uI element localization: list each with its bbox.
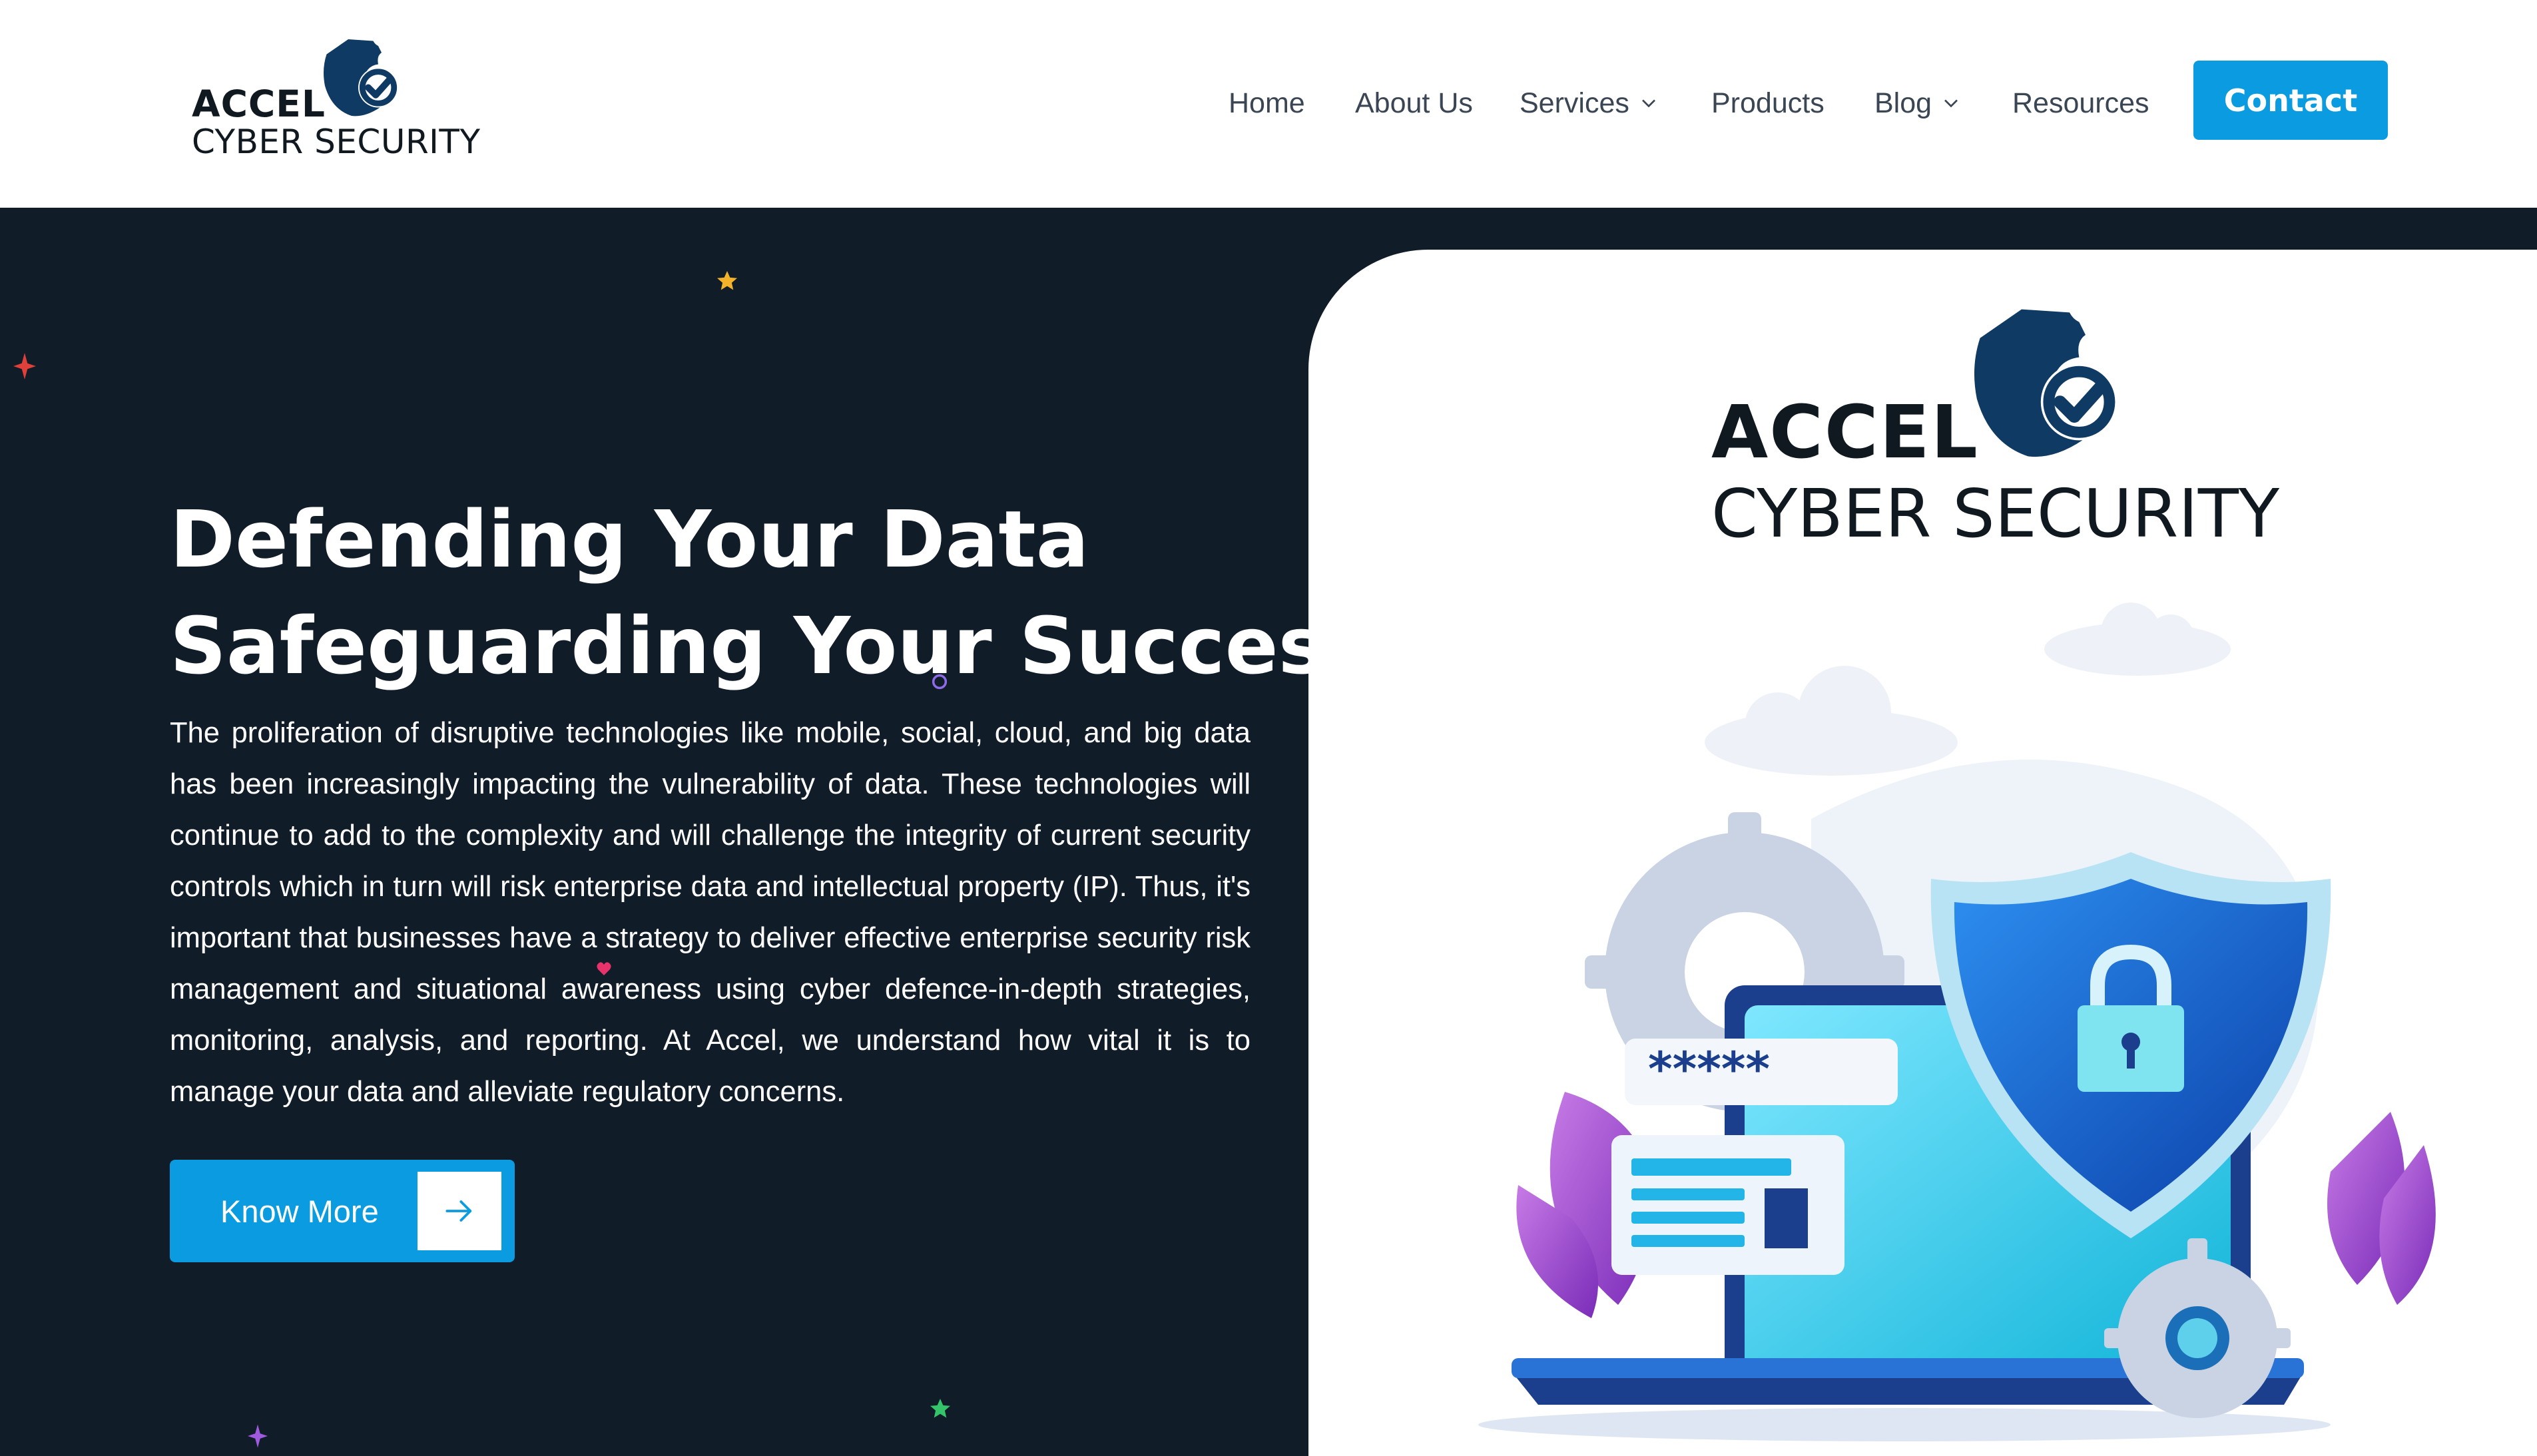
card-brand-name: ACCEL (1711, 389, 1979, 475)
nav-label: Products (1711, 87, 1825, 119)
know-more-button[interactable]: Know More (170, 1160, 515, 1262)
nav-home[interactable]: Home (1229, 80, 1305, 126)
headline-line-2: Safeguarding Your Success (170, 600, 1372, 692)
arrow-right-icon (445, 1200, 472, 1222)
nav-resources[interactable]: Resources (2012, 80, 2149, 126)
contact-button[interactable]: Contact (2193, 61, 2388, 140)
cloud-icon (1705, 603, 2231, 776)
nav-services[interactable]: Services (1520, 80, 1659, 126)
star-icon (930, 1399, 950, 1418)
top-navbar: ACCEL CYBER SECURITY Home About Us Servi… (0, 0, 2537, 208)
headline-line-1: Defending Your Data (170, 493, 1089, 585)
hero-headline: Defending Your Data Safeguarding Your Su… (170, 486, 1372, 699)
shield-check-icon (1974, 309, 2117, 457)
sparkle-icon (13, 353, 36, 379)
hero-paragraph: The proliferation of disruptive technolo… (170, 717, 1251, 1108)
brand-tagline: CYBER SECURITY (192, 122, 481, 161)
card-brand-logo: ACCEL CYBER SECURITY (1711, 303, 2279, 556)
nav-label: Blog (1874, 87, 1932, 119)
arrow-box (418, 1172, 501, 1250)
nav-blog[interactable]: Blog (1874, 80, 1961, 126)
sparkle-icon (248, 1424, 268, 1448)
main-menu: Home About Us Services Products Blog Res… (0, 80, 2537, 126)
know-more-label: Know More (220, 1193, 379, 1229)
nav-label: Services (1520, 87, 1629, 119)
password-mask: ***** (1648, 1042, 1770, 1096)
nav-label: Home (1229, 87, 1305, 119)
chevron-down-icon (1944, 99, 1958, 108)
nav-products[interactable]: Products (1711, 80, 1825, 126)
chevron-down-icon (1641, 99, 1655, 108)
security-illustration: ***** (1478, 603, 2436, 1441)
star-icon (717, 271, 737, 290)
nav-about-us[interactable]: About Us (1355, 80, 1473, 126)
card-brand-tagline: CYBER SECURITY (1711, 475, 2280, 553)
nav-label: About Us (1355, 87, 1473, 119)
nav-label: Resources (2012, 87, 2149, 119)
